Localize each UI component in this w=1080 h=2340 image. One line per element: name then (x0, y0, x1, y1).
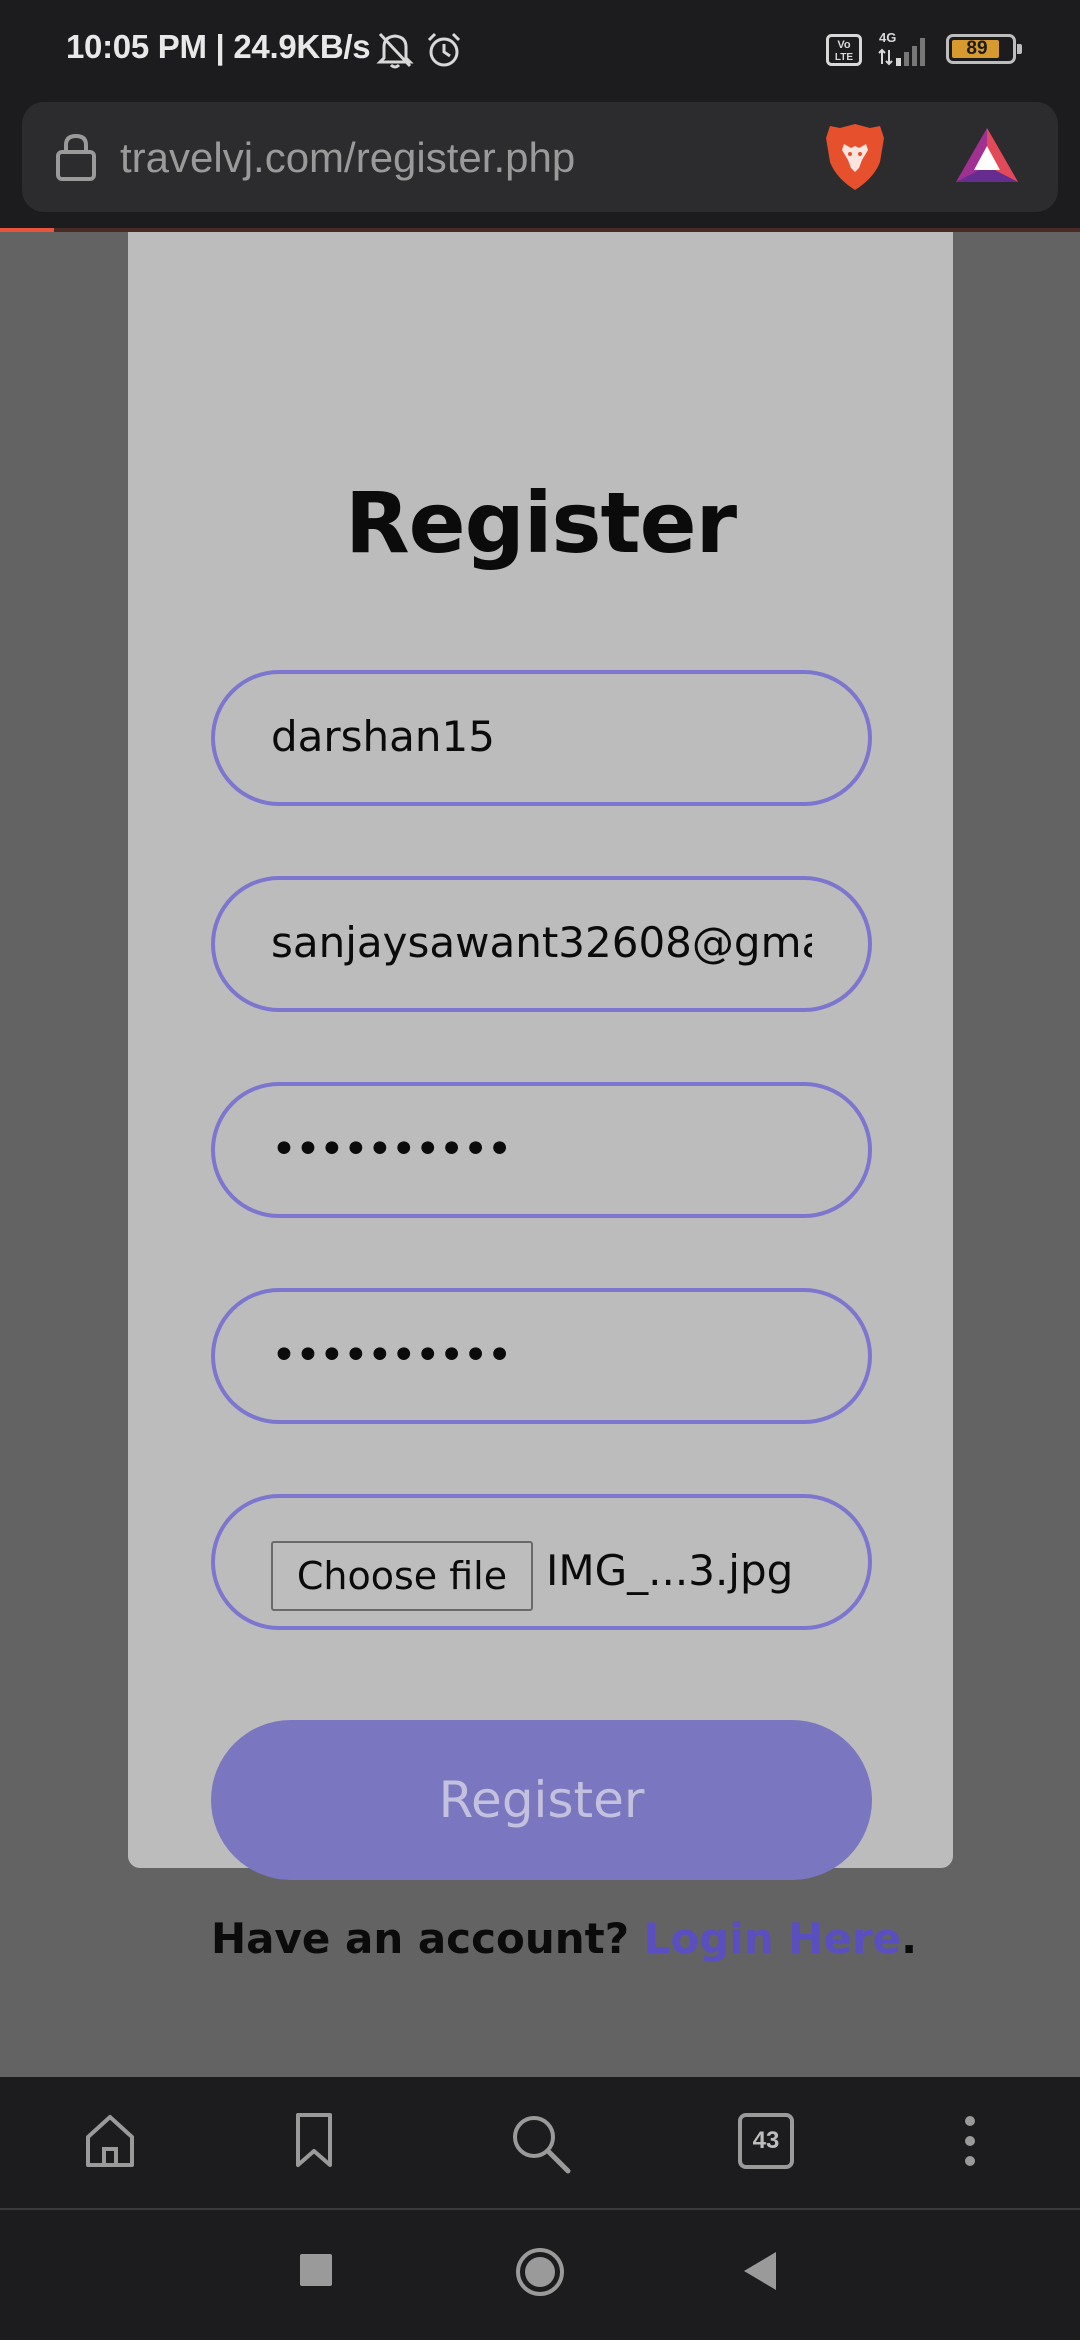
more-options-icon[interactable] (958, 2111, 982, 2175)
signal-icon: 4G (876, 28, 934, 72)
home-nav-icon[interactable] (514, 2246, 566, 2302)
login-suffix: . (901, 1914, 918, 1963)
choose-file-button[interactable]: Choose file (271, 1541, 533, 1611)
svg-text:LTE: LTE (835, 52, 853, 63)
search-icon[interactable] (508, 2111, 572, 2179)
register-title: Register (344, 474, 737, 572)
bat-rewards-icon[interactable] (954, 126, 1020, 190)
volte-icon: Vo LTE (826, 34, 862, 70)
password-field[interactable]: •••••••••• (211, 1082, 872, 1218)
email-value: sanjaysawant32608@gmail.com (271, 918, 812, 967)
confirm-password-mask: •••••••••• (271, 1330, 513, 1381)
password-mask: •••••••••• (271, 1124, 513, 1175)
brave-shields-icon[interactable] (824, 122, 886, 196)
confirm-password-field[interactable]: •••••••••• (211, 1288, 872, 1424)
back-icon[interactable] (742, 2250, 778, 2296)
url-text[interactable]: travelvj.com/register.php (120, 134, 575, 182)
mute-bell-icon (376, 30, 414, 74)
status-bar: 10:05 PM | 24.9KB/s Vo LTE 4G 89 (0, 0, 1080, 100)
email-field[interactable]: sanjaysawant32608@gmail.com (211, 876, 872, 1012)
username-value: darshan15 (271, 712, 495, 761)
account-prompt-text: Have an account? (211, 1914, 644, 1963)
bookmark-icon[interactable] (292, 2111, 336, 2175)
lock-icon (54, 132, 98, 186)
file-upload-field: Choose file IMG_...3.jpg (211, 1494, 872, 1630)
battery-level: 89 (966, 38, 988, 59)
network-label: 4G (879, 30, 896, 45)
alarm-icon (424, 30, 464, 74)
login-link[interactable]: Login Here (644, 1914, 901, 1963)
status-time: 10:05 PM | 24.9KB/s (66, 28, 371, 65)
battery-icon: 89 (946, 34, 1022, 64)
web-page: Register darshan15 sanjaysawant32608@gma… (0, 232, 1080, 2077)
register-card: Register darshan15 sanjaysawant32608@gma… (128, 232, 953, 1963)
recents-icon[interactable] (298, 2252, 334, 2292)
register-button[interactable]: Register (211, 1720, 872, 1880)
browser-bottom-toolbar: 43 (0, 2077, 1080, 2210)
address-bar[interactable]: travelvj.com/register.php (22, 102, 1058, 212)
login-prompt: Have an account? Login Here. (211, 1914, 917, 1963)
selected-file-name: IMG_...3.jpg (546, 1546, 794, 1595)
username-field[interactable]: darshan15 (211, 670, 872, 806)
home-icon[interactable] (82, 2111, 138, 2175)
svg-text:Vo: Vo (837, 39, 851, 51)
browser-top-bar: travelvj.com/register.php (0, 100, 1080, 232)
tabs-switcher-button[interactable]: 43 (738, 2113, 794, 2169)
system-navigation-bar (0, 2210, 1080, 2340)
